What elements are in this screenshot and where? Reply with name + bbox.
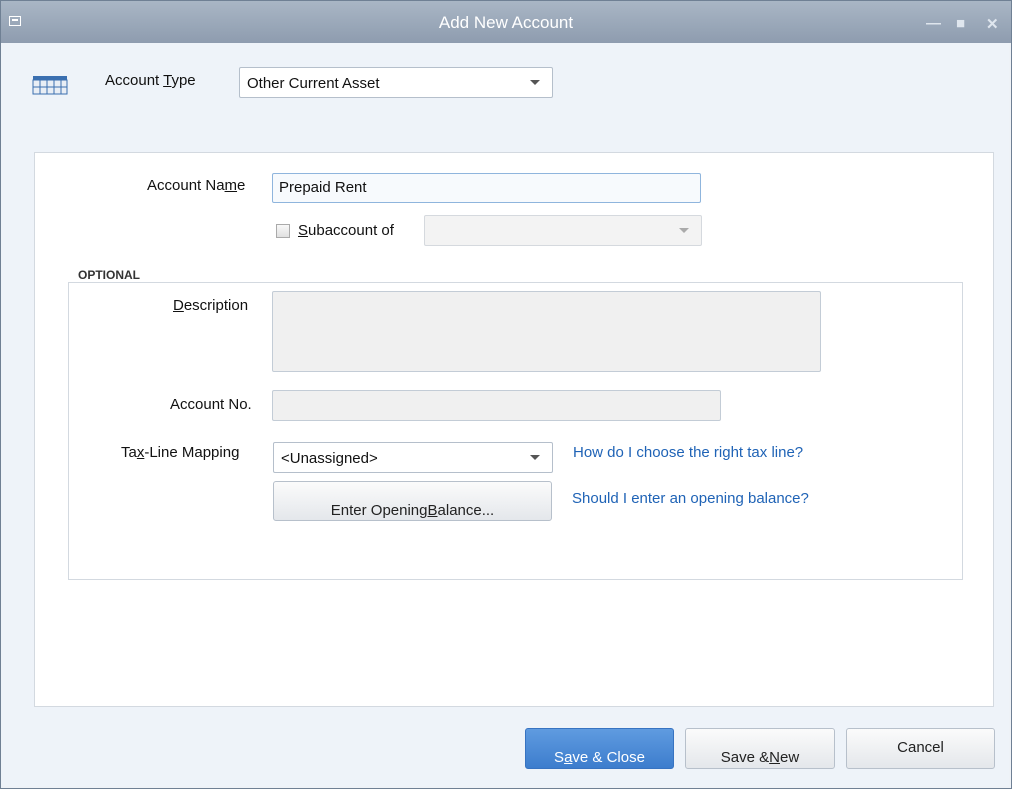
title-bar: Add New Account — ■ ✕	[1, 1, 1011, 43]
tax-line-help-link[interactable]: How do I choose the right tax line?	[573, 444, 803, 461]
save-and-close-button[interactable]: Save & Close	[525, 728, 674, 769]
chevron-down-icon	[679, 228, 689, 233]
window-title: Add New Account	[438, 13, 574, 32]
tax-line-label: Tax-Line Mapping	[121, 444, 240, 461]
tax-line-value: <Unassigned>	[281, 450, 378, 467]
account-name-label: Account Name	[147, 177, 246, 194]
account-no-input[interactable]	[272, 390, 721, 421]
account-type-value: Other Current Asset	[247, 75, 380, 92]
save-and-new-button[interactable]: Save & New	[685, 728, 835, 769]
cancel-button[interactable]: Cancel	[846, 728, 995, 769]
maximize-icon[interactable]: ■	[956, 15, 965, 32]
account-no-label: Account No.	[170, 396, 252, 413]
enter-opening-balance-button[interactable]: Enter Opening Balance...	[273, 481, 552, 521]
subaccount-select[interactable]	[424, 215, 702, 246]
tax-line-select[interactable]: <Unassigned>	[273, 442, 553, 473]
account-type-label: Account Type	[105, 72, 196, 89]
subaccount-checkbox[interactable]	[276, 224, 290, 238]
chevron-down-icon	[530, 455, 540, 460]
subaccount-label[interactable]: Subaccount of	[298, 222, 394, 239]
opening-balance-help-link[interactable]: Should I enter an opening balance?	[572, 490, 809, 507]
chevron-down-icon	[530, 80, 540, 85]
account-name-input[interactable]: Prepaid Rent	[272, 173, 701, 203]
account-register-icon	[32, 76, 68, 95]
close-icon[interactable]: ✕	[986, 15, 999, 33]
description-label: Description	[173, 297, 249, 314]
account-type-select[interactable]: Other Current Asset	[239, 67, 553, 98]
minimize-icon[interactable]: —	[926, 15, 941, 32]
account-name-value: Prepaid Rent	[279, 179, 367, 196]
description-textarea[interactable]	[272, 291, 821, 372]
optional-title: OPTIONAL	[74, 268, 144, 282]
